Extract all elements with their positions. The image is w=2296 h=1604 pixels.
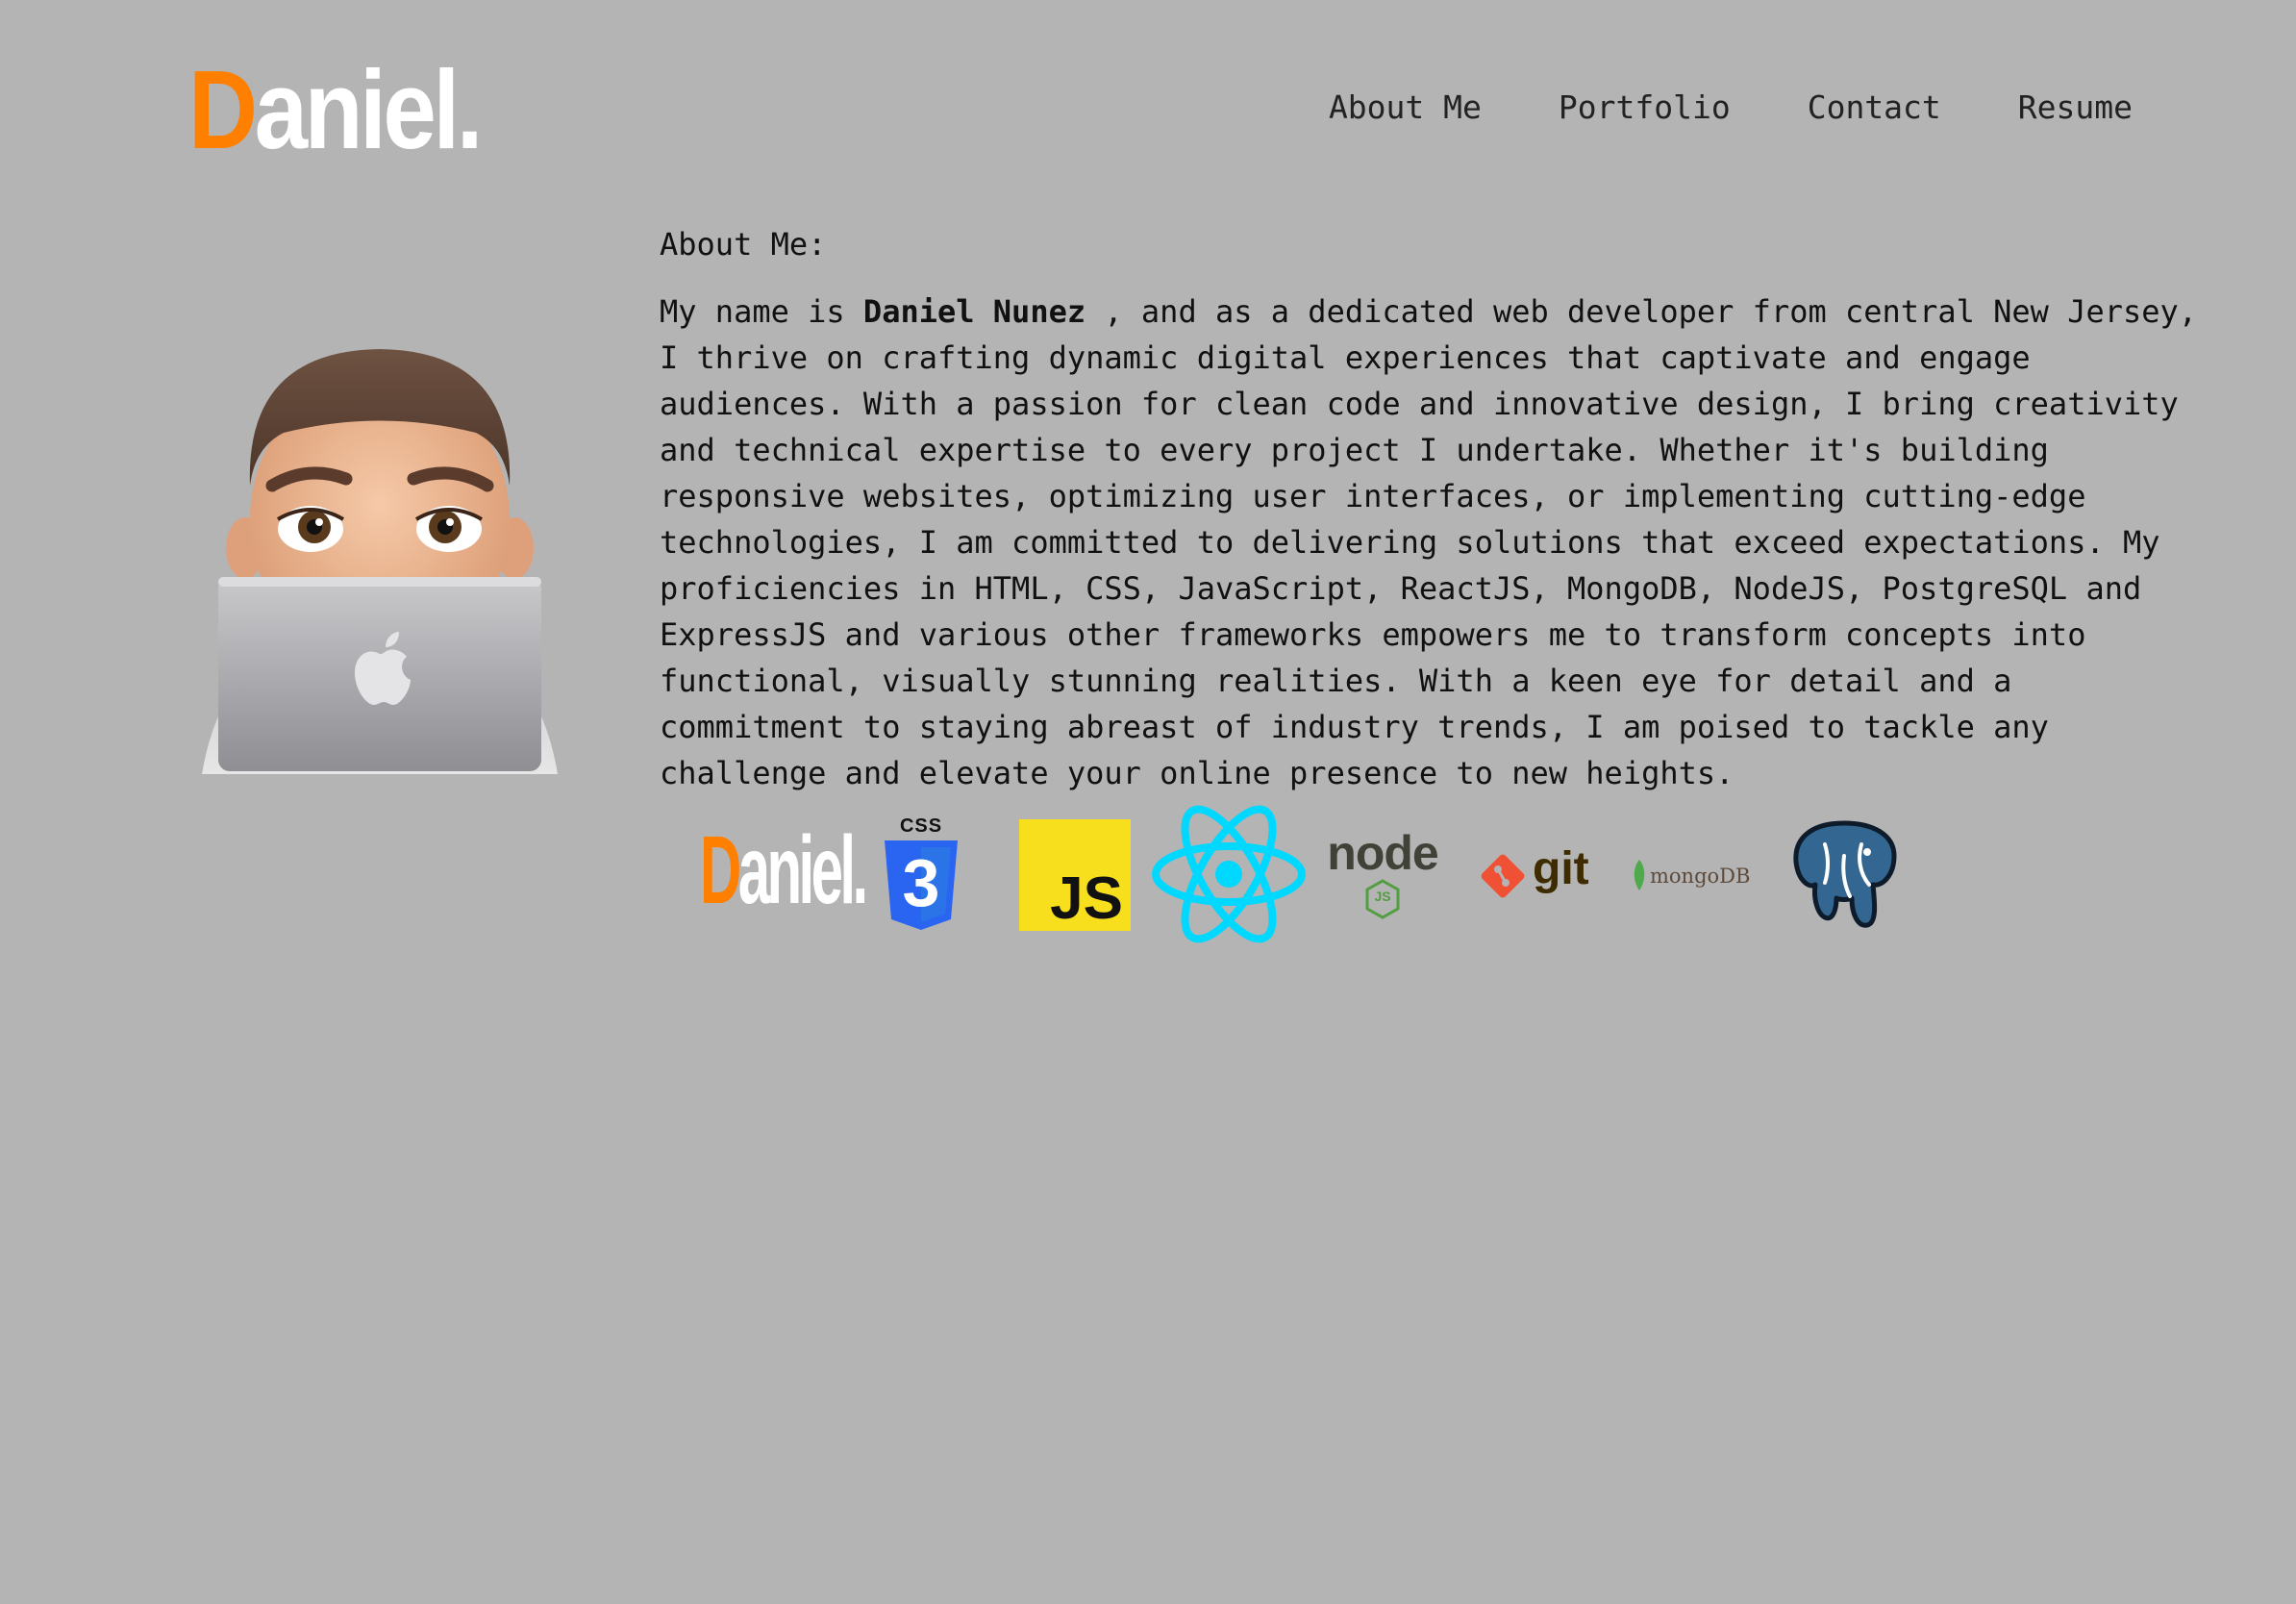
git-icon: git (1479, 846, 1600, 906)
nav-link-contact[interactable]: Contact (1808, 88, 1941, 126)
nodejs-icon-badge: JS (1374, 889, 1391, 904)
javascript-icon-label: JS (1050, 865, 1123, 932)
site-logo[interactable]: Daniel. (188, 54, 483, 165)
mongodb-icon: mongoDB (1633, 858, 1752, 896)
about-intro: My name is (660, 293, 863, 330)
daniel-logo-icon-initial: D (700, 816, 741, 924)
nav-link-portfolio[interactable]: Portfolio (1559, 88, 1731, 126)
daniel-logo-icon-rest: aniel. (737, 816, 868, 924)
nav-link-resume[interactable]: Resume (2018, 88, 2133, 126)
about-paragraph: My name is Daniel Nunez , and as a dedic… (660, 288, 2198, 796)
mongodb-leaf-shape (1634, 860, 1645, 890)
javascript-icon: JS (1019, 819, 1131, 931)
css3-icon: CSS 3 (877, 815, 965, 933)
main-nav: About Me Portfolio Contact Resume (1329, 88, 2133, 126)
nodejs-icon: node JS (1325, 826, 1440, 919)
css3-icon-label: CSS (899, 815, 943, 837)
css3-icon-number: 3 (902, 845, 940, 920)
postgresql-elephant-icon (1793, 820, 1897, 928)
nodejs-icon-label: node (1327, 826, 1438, 880)
logo-rest: aniel. (254, 47, 484, 172)
about-name: Daniel Nunez (862, 293, 1086, 330)
logo-initial: D (188, 47, 258, 172)
about-section: About Me: My name is Daniel Nunez , and … (660, 221, 2198, 796)
avatar-memoji-image (202, 349, 558, 774)
git-icon-label: git (1533, 843, 1589, 894)
about-body: , and as a dedicated web developer from … (660, 293, 2216, 791)
about-heading: About Me: (660, 226, 827, 263)
git-diamond-shape (1481, 854, 1525, 898)
react-icon (1152, 805, 1306, 943)
nav-link-about-me[interactable]: About Me (1329, 88, 1482, 126)
mongodb-icon-label: mongoDB (1650, 865, 1751, 888)
daniel-logo-icon: Daniel. (700, 822, 868, 918)
